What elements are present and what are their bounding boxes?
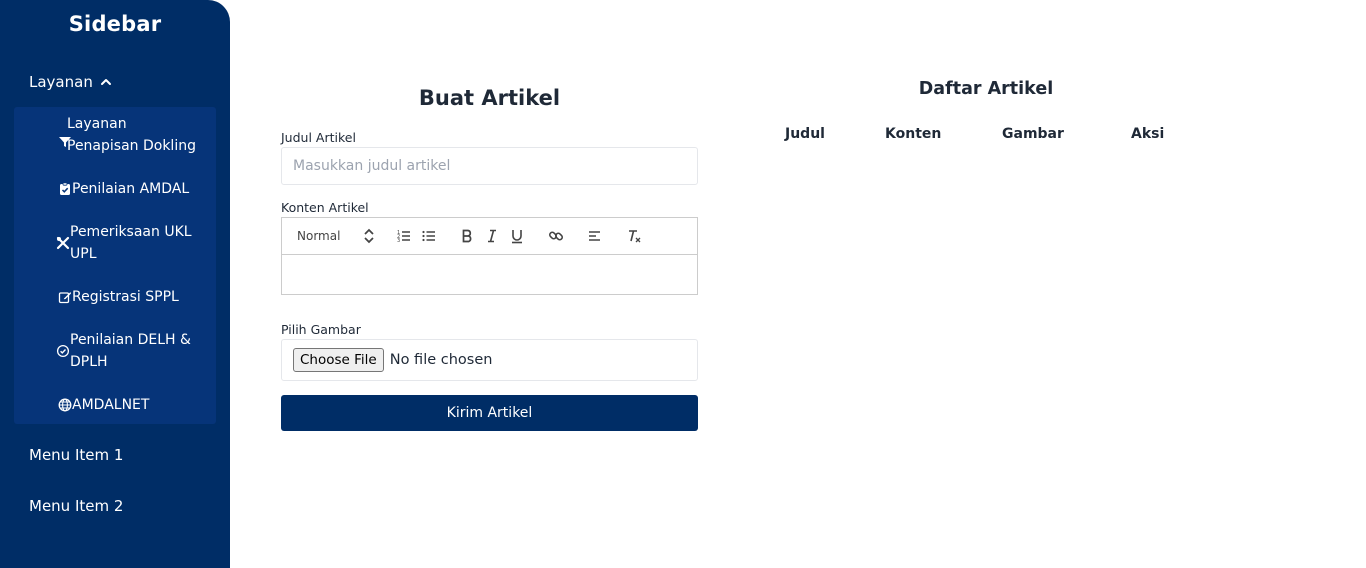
- clear-format-button[interactable]: [625, 227, 643, 245]
- clear-format-icon: [626, 228, 642, 244]
- sidebar-item-registrasi-sppl[interactable]: Registrasi SPPL: [58, 286, 179, 308]
- underline-icon: [509, 228, 525, 244]
- sidebar-item-penilaian-amdal[interactable]: Penilaian AMDAL: [58, 178, 189, 200]
- ordered-list-icon: 123: [396, 228, 412, 244]
- form-title: Buat Artikel: [418, 86, 561, 110]
- sidebar-item-label: UPL: [70, 246, 97, 262]
- ordered-list-button[interactable]: 123: [395, 227, 413, 245]
- sidebar-item-label: Registrasi SPPL: [72, 289, 179, 305]
- file-status-text: No file chosen: [389, 352, 493, 368]
- column-header-aksi: Aksi: [1131, 126, 1165, 142]
- sidebar-item-label: AMDALNET: [72, 397, 150, 413]
- column-header-konten: Konten: [885, 126, 942, 142]
- konten-artikel-editor[interactable]: [281, 254, 698, 295]
- column-header-judul: Judul: [785, 126, 825, 142]
- format-select-value: Normal: [297, 229, 341, 243]
- align-icon: [587, 228, 603, 244]
- clipboard-check-icon: [58, 182, 72, 196]
- check-circle-icon: [56, 344, 70, 358]
- choose-file-button[interactable]: Choose File: [293, 348, 384, 372]
- italic-icon: [484, 228, 500, 244]
- sidebar-menu-item-2[interactable]: Menu Item 2: [29, 497, 123, 515]
- column-header-gambar: Gambar: [1002, 126, 1064, 142]
- konten-artikel-label: Konten Artikel: [281, 200, 369, 215]
- bold-icon: [459, 228, 475, 244]
- sidebar-title: Sidebar: [68, 12, 162, 36]
- bullet-list-icon: [421, 228, 437, 244]
- editor-toolbar: Normal 123: [281, 217, 698, 255]
- pilih-gambar-label: Pilih Gambar: [281, 322, 361, 337]
- kirim-artikel-button[interactable]: Kirim Artikel: [281, 395, 698, 431]
- align-button[interactable]: [586, 227, 604, 245]
- filter-icon: [58, 135, 72, 149]
- sidebar-section-layanan-toggle[interactable]: Layanan: [29, 72, 112, 92]
- sidebar-section-label: Layanan: [29, 73, 93, 91]
- sidebar-item-label: DPLH: [70, 354, 108, 370]
- sidebar-item-penilaian-delh-dplh[interactable]: Penilaian DELH & DPLH: [56, 329, 191, 373]
- edit-icon: [58, 290, 72, 304]
- sidebar-item-layanan-penapisan-dokling[interactable]: Layanan Penapisan Dokling: [58, 113, 196, 157]
- sidebar-item-label: Penapisan Dokling: [67, 138, 196, 154]
- sidebar-item-label: Layanan: [67, 116, 127, 132]
- globe-icon: [58, 398, 72, 412]
- daftar-artikel-title: Daftar Artikel: [918, 79, 1054, 99]
- select-arrows-icon: [361, 228, 377, 244]
- format-select[interactable]: Normal: [297, 227, 377, 245]
- bold-button[interactable]: [458, 227, 476, 245]
- tools-icon: [56, 236, 70, 250]
- italic-button[interactable]: [483, 227, 501, 245]
- layanan-submenu: Layanan Penapisan Dokling Penilaian AMDA…: [14, 107, 216, 424]
- sidebar-item-label: Penilaian DELH &: [70, 332, 191, 348]
- bullet-list-button[interactable]: [420, 227, 438, 245]
- sidebar-item-label: Penilaian AMDAL: [72, 181, 190, 197]
- sidebar-item-label: Pemeriksaan UKL: [70, 224, 192, 240]
- file-input: Choose File No file chosen: [281, 339, 698, 381]
- chevron-up-icon: [100, 76, 112, 88]
- sidebar: Sidebar Layanan Layanan Penapisan Doklin…: [0, 0, 230, 568]
- sidebar-menu-item-1[interactable]: Menu Item 1: [29, 446, 123, 464]
- link-button[interactable]: [547, 227, 565, 245]
- sidebar-item-amdalnet[interactable]: AMDALNET: [58, 394, 149, 416]
- link-icon: [548, 228, 564, 244]
- underline-button[interactable]: [508, 227, 526, 245]
- svg-text:3: 3: [397, 238, 400, 244]
- judul-artikel-input[interactable]: [281, 147, 698, 185]
- sidebar-item-pemeriksaan-ukl-upl[interactable]: Pemeriksaan UKL UPL: [56, 221, 192, 265]
- judul-artikel-label: Judul Artikel: [281, 130, 356, 145]
